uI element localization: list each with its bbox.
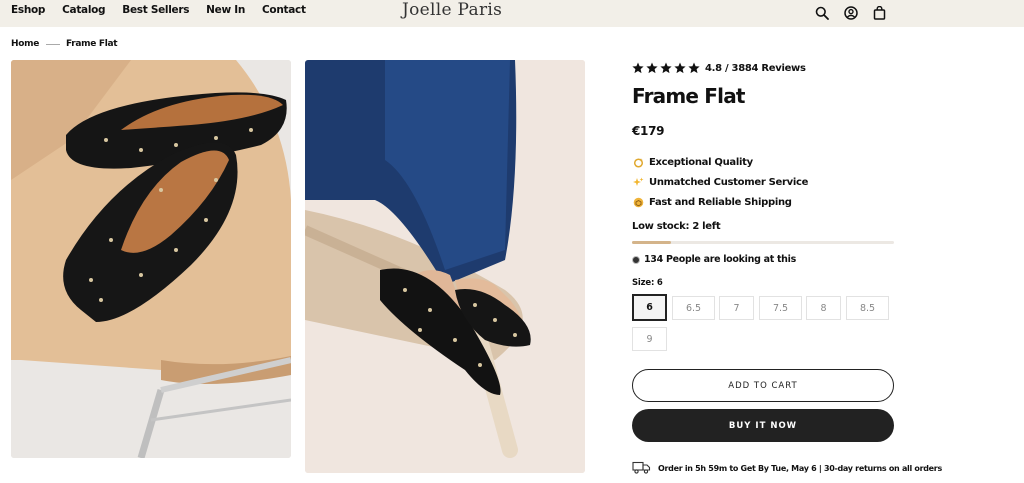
brand-logo[interactable]: Joelle Paris xyxy=(402,0,502,20)
live-dot-icon xyxy=(632,255,640,264)
feature-shipping: Fast and Reliable Shipping xyxy=(632,196,792,208)
viewers-indicator: 134 People are looking at this xyxy=(632,254,796,265)
delivery-info: Order in 5h 59m to Get By Tue, May 6 | 3… xyxy=(632,461,942,476)
breadcrumb-home[interactable]: Home xyxy=(11,39,39,49)
feature-quality: Exceptional Quality xyxy=(632,156,753,168)
feature-service: Unmatched Customer Service xyxy=(632,176,808,188)
product-image-2[interactable] xyxy=(305,60,585,473)
nav-link-catalog[interactable]: Catalog xyxy=(62,4,105,16)
breadcrumb: Home Frame Flat xyxy=(11,39,118,49)
cart-icon[interactable] xyxy=(870,3,889,22)
product-image-1[interactable] xyxy=(11,60,291,458)
rating-stars xyxy=(632,62,700,74)
size-option-7[interactable]: 7 xyxy=(719,296,754,320)
size-label: Size: 6 xyxy=(632,278,663,288)
sparkles-icon xyxy=(632,176,644,188)
delivery-text: Order in 5h 59m to Get By Tue, May 6 | 3… xyxy=(658,464,942,473)
nav-link-new-in[interactable]: New In xyxy=(206,4,245,16)
size-option-8-5[interactable]: 8.5 xyxy=(846,296,889,320)
size-option-9[interactable]: 9 xyxy=(632,327,667,351)
size-option-6[interactable]: 6 xyxy=(632,294,667,321)
feature-text: Fast and Reliable Shipping xyxy=(649,196,792,208)
stock-progress-fill xyxy=(632,241,672,244)
product-title: Frame Flat xyxy=(632,84,745,108)
size-option-8[interactable]: 8 xyxy=(806,296,841,320)
star-icon xyxy=(632,62,644,74)
nav-link-eshop[interactable]: Eshop xyxy=(11,4,45,16)
feature-text: Unmatched Customer Service xyxy=(649,176,809,188)
breadcrumb-current: Frame Flat xyxy=(66,39,118,49)
feature-text: Exceptional Quality xyxy=(649,156,753,168)
stock-status: Low stock: 2 left xyxy=(632,221,721,232)
top-navigation-bar: Eshop Catalog Best Sellers New In Contac… xyxy=(0,0,1024,27)
truck-icon xyxy=(632,461,651,476)
main-nav: Eshop Catalog Best Sellers New In Contac… xyxy=(11,4,306,16)
account-icon[interactable] xyxy=(841,3,860,22)
buy-now-button[interactable]: BUY IT NOW xyxy=(632,409,894,442)
star-icon xyxy=(688,62,700,74)
star-icon xyxy=(674,62,686,74)
sparkle-ring-icon xyxy=(632,156,644,168)
viewers-text: 134 People are looking at this xyxy=(644,254,796,265)
breadcrumb-separator xyxy=(46,43,60,45)
header-icons xyxy=(812,3,889,22)
product-price: €179 xyxy=(632,124,665,138)
size-option-6-5[interactable]: 6.5 xyxy=(672,296,715,320)
size-option-7-5[interactable]: 7.5 xyxy=(759,296,802,320)
package-icon xyxy=(632,196,644,208)
nav-link-best-sellers[interactable]: Best Sellers xyxy=(122,4,189,16)
search-icon[interactable] xyxy=(812,3,831,22)
stock-progress-bar xyxy=(632,241,894,244)
add-to-cart-button[interactable]: ADD TO CART xyxy=(632,369,894,402)
star-icon xyxy=(660,62,672,74)
rating-text[interactable]: 4.8 / 3884 Reviews xyxy=(705,63,806,74)
nav-link-contact[interactable]: Contact xyxy=(262,4,306,16)
rating[interactable]: 4.8 / 3884 Reviews xyxy=(632,62,806,74)
star-icon xyxy=(646,62,658,74)
